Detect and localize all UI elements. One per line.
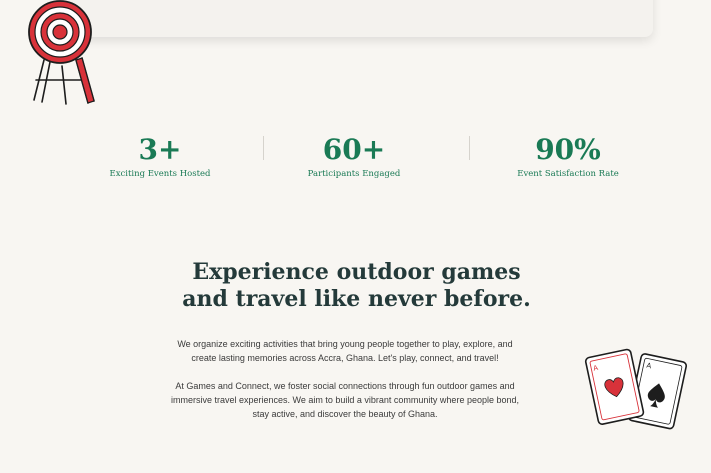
stat-label: Exciting Events Hosted [109, 169, 211, 179]
about-headline: Experience outdoor games and travel like… [150, 259, 563, 313]
stat-value: 60+ [322, 133, 386, 166]
about-paragraph-1: We organize exciting activities that bri… [145, 337, 545, 365]
stat-divider [263, 136, 264, 160]
paragraph-line: We organize exciting activities that bri… [177, 339, 513, 349]
paragraph-line: create lasting memories across Accra, Gh… [191, 353, 499, 364]
headline-line: and travel like never before. [182, 286, 531, 312]
stat-value: 90% [535, 133, 601, 166]
archery-target-icon [28, 0, 95, 105]
stat-value: 3+ [138, 133, 182, 166]
playing-cards-icon: A A [584, 348, 688, 430]
stat-divider [469, 136, 470, 160]
stat-participants: 60+ Participants Engaged [259, 132, 449, 179]
top-card [55, 0, 653, 37]
paragraph-line: At Games and Connect, we foster social c… [175, 381, 515, 391]
paragraph-line: immersive travel experiences. We aim to … [171, 395, 519, 406]
paragraph-line: stay active, and discover the beauty of … [252, 409, 438, 420]
stat-label: Participants Engaged [307, 169, 401, 179]
stat-label: Event Satisfaction Rate [517, 169, 619, 179]
stat-events: 3+ Exciting Events Hosted [65, 132, 255, 179]
stats-row: 3+ Exciting Events Hosted 60+ Participan… [0, 132, 711, 184]
stat-satisfaction: 90% Event Satisfaction Rate [473, 132, 663, 179]
headline-line: Experience outdoor games [192, 259, 521, 285]
about-paragraph-2: At Games and Connect, we foster social c… [145, 379, 545, 422]
